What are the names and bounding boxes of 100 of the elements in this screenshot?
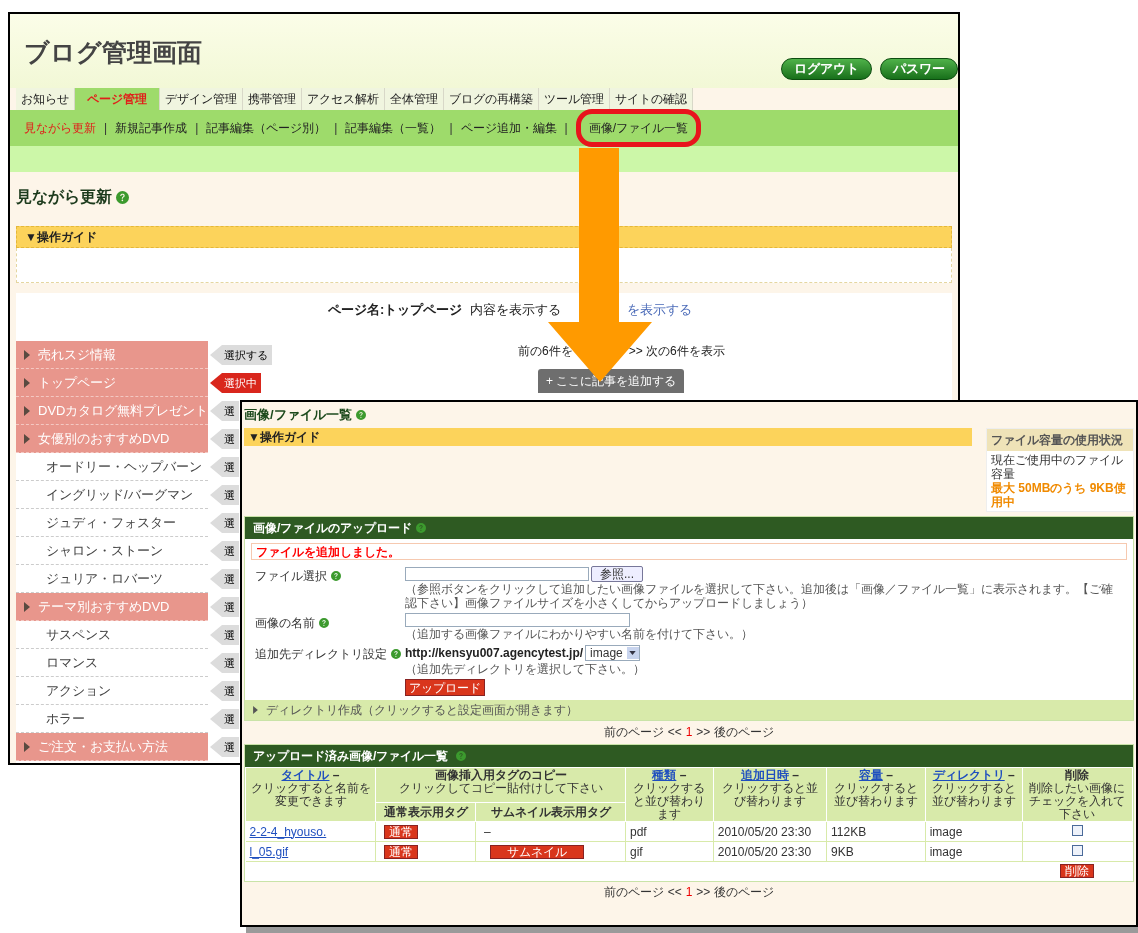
column-header[interactable]: 種類 – クリックすると並び替わります [625,767,714,822]
column-header[interactable]: 追加日時 – クリックすると並び替わります [713,767,827,822]
help-icon[interactable] [319,618,329,628]
column-header[interactable]: 容量 – クリックすると並び替わります [826,767,926,822]
panel-title: 画像/ファイルのアップロード [253,520,413,537]
help-icon[interactable] [456,751,467,761]
usage-text: 現在ご使用中のファイル容量 [990,452,1124,481]
column-header: 画像挿入用タグのコピー クリックしてコピー貼付けして下さい [375,767,626,803]
select-button[interactable]: 選 [210,569,239,589]
select-button[interactable]: 選 [210,625,239,645]
prev-page-link[interactable]: 前のページ << [604,722,682,741]
nav-tab[interactable]: ブログの再構築 [444,88,539,110]
nav-tab[interactable]: アクセス解析 [302,88,385,110]
password-button[interactable]: パスワー [880,58,958,80]
directory-create-bar[interactable]: ディレクトリ作成（クリックすると設定画面が開きます） [245,700,1133,720]
select-button[interactable]: 選 [210,597,239,617]
select-button[interactable]: 選 [210,541,239,561]
nav-tab[interactable]: 携帯管理 [243,88,302,110]
browse-button[interactable]: 参照... [591,566,643,582]
table-cell: – [484,824,491,839]
field-hint: （追加先ディレクトリを選択して下さい。） [405,662,646,676]
prev-items-link[interactable]: 前の6件を [518,342,573,360]
normal-tag-button[interactable]: 通常 [384,824,418,839]
guide-bar[interactable]: ▼操作ガイド [16,226,952,248]
separator: | [104,120,108,137]
help-icon[interactable] [116,190,129,204]
table-cell: gif [630,844,643,859]
select-button[interactable]: 選 [210,457,239,477]
select-button[interactable]: 選 [210,653,239,673]
nav-tab[interactable]: ツール管理 [539,88,610,110]
column-header[interactable]: タイトル – クリックすると名前を変更できます [245,767,376,822]
image-name-field[interactable] [405,613,630,627]
column-header[interactable]: ディレクトリ – クリックすると並び替わります [925,767,1023,822]
section-title: 見ながら更新 [16,187,112,208]
nav-tab[interactable]: 全体管理 [385,88,444,110]
directory-select[interactable]: image [585,645,640,661]
select-button[interactable]: 選 [210,513,239,533]
show-content-link[interactable]: 内容を表示する [470,300,562,320]
delete-button[interactable]: 削除 [1060,864,1095,879]
table-cell: image [929,824,963,839]
triangle-icon [24,433,30,444]
help-icon[interactable] [331,571,341,581]
help-icon[interactable] [391,649,401,659]
separator: | [449,120,453,137]
triangle-icon [24,349,30,360]
column-header: 削除 削除したい画像にチェックを入れて下さい [1022,767,1133,822]
select-button[interactable]: 選 [210,709,239,729]
page-name: ページ名:トップページ [328,301,463,320]
success-message: ファイルを追加しました。 [251,543,1127,560]
next-page-link[interactable]: >> 後のページ [696,722,774,741]
nav-tab[interactable]: デザイン管理 [160,88,243,110]
file-title-link[interactable]: l_05.gif [249,844,289,859]
thumbnail-tag-button[interactable]: サムネイル [490,844,584,859]
triangle-icon [253,706,258,714]
page-number[interactable]: 1 [685,883,693,901]
select-button[interactable]: 選択する [210,345,272,365]
table-cell: pdf [630,824,647,839]
subnav-link[interactable]: 記事編集（ページ別） [206,119,327,137]
upload-button[interactable]: アップロード [405,679,485,696]
select-button[interactable]: 選択中 [210,373,261,393]
file-title-link[interactable]: 2-2-4_hyouso. [249,824,327,839]
help-icon[interactable] [355,410,366,420]
file-path-field[interactable] [405,567,589,581]
next-page-link[interactable]: >> 後のページ [696,883,774,901]
select-button[interactable]: 選 [210,485,239,505]
directory-url: http://kensyu007.agencytest.jp/ [405,645,584,662]
prev-page-link[interactable]: 前のページ << [604,883,682,901]
usage-value: 最大 50MBのうち 9KB使用中 [990,481,1127,511]
select-button[interactable]: 選 [210,401,239,421]
panel-title: アップロード済み画像/ファイル一覧 [253,748,449,765]
page-number[interactable]: 1 [685,722,693,741]
table-cell: image [929,844,963,859]
field-label: ファイル選択 [255,568,327,585]
subnav-link[interactable]: 記事編集（一覧） [345,119,442,137]
column-header: 通常表示用タグ [375,802,476,822]
separator: | [564,120,568,137]
normal-tag-button[interactable]: 通常 [384,844,418,859]
field-label: 追加先ディレクトリ設定 [255,646,387,663]
select-button[interactable]: 選 [210,681,239,701]
triangle-icon [24,741,30,752]
table-cell: 2010/05/20 23:30 [717,824,812,839]
nav-tab[interactable]: お知らせ [16,88,75,110]
show-link[interactable]: を表示する [627,300,693,320]
subnav-link[interactable]: 新規記事作成 [115,119,188,137]
help-icon[interactable] [416,523,427,533]
delete-checkbox[interactable] [1072,824,1084,836]
select-button[interactable]: 選 [210,737,239,757]
next-items-link[interactable]: >> 次の6件を表示 [628,342,725,360]
nav-tab[interactable]: サイトの確認 [610,88,693,110]
subnav-link[interactable]: ページ追加・編集 [460,119,557,137]
triangle-icon [24,377,30,388]
logout-button[interactable]: ログアウト [781,58,872,80]
guide-bar[interactable]: ▼操作ガイド [244,428,972,446]
delete-checkbox[interactable] [1072,844,1084,856]
field-label: 画像の名前 [255,615,315,632]
triangle-icon [24,601,30,612]
table-cell: 112KB [831,824,867,839]
usage-title: ファイル容量の使用状況 [987,429,1133,451]
select-button[interactable]: 選 [210,429,239,449]
page-title: ブログ管理画面 [24,37,202,68]
